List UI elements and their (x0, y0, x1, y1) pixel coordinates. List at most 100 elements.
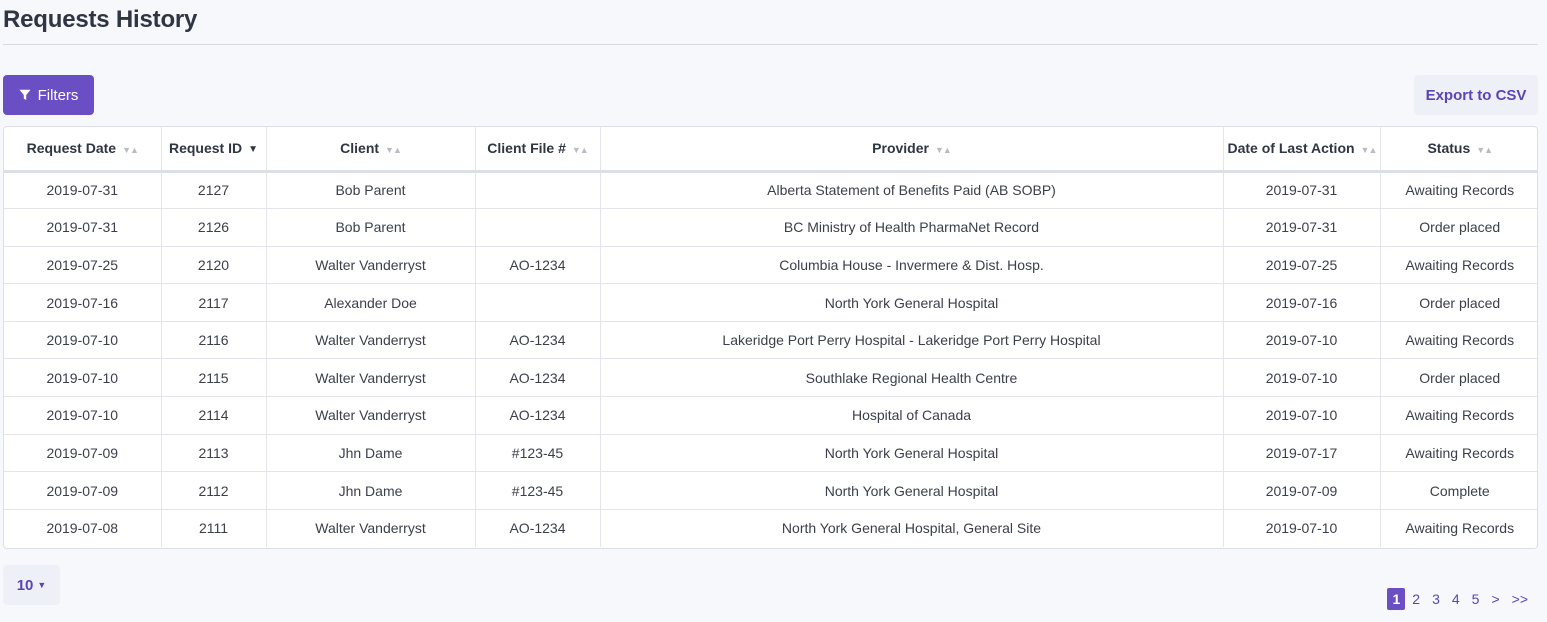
export-csv-button[interactable]: Export to CSV (1414, 75, 1538, 115)
filter-icon (19, 89, 31, 100)
table-cell: Complete (1380, 471, 1537, 510)
table-cell: Awaiting Records (1380, 434, 1537, 473)
table-cell: Walter Vanderryst (266, 509, 476, 547)
column-header[interactable]: Client ▼▲ (266, 127, 476, 173)
table-cell: 2019-07-08 (4, 509, 162, 547)
table-row[interactable]: 2019-07-10 2114 Walter Vanderryst AO-1234 Ho… (4, 396, 1537, 435)
page-size-value: 10 (16, 576, 34, 594)
table-cell: Order placed (1380, 208, 1537, 247)
table-cell: North York General Hospital (600, 283, 1224, 322)
table-cell: 2019-07-31 (4, 208, 162, 247)
table-cell: Hospital of Canada (600, 396, 1224, 435)
table-row[interactable]: 2019-07-16 2117 Alexander Doe North York Ge… (4, 283, 1537, 322)
table-cell: 2019-07-31 (1223, 208, 1381, 247)
chevron-down-icon: ▼ (37, 580, 47, 590)
sort-icon: ▼▲ (1476, 144, 1493, 155)
table-cell: Southlake Regional Health Centre (600, 358, 1224, 398)
table-cell (475, 283, 601, 322)
table-cell: Walter Vanderryst (266, 246, 476, 285)
table-cell: Jhn Dame (266, 434, 476, 473)
table-cell: Columbia House - Invermere & Dist. Hosp. (600, 246, 1224, 285)
column-header-label: Date of Last Action (1227, 140, 1355, 157)
table-cell: North York General Hospital (600, 434, 1224, 473)
table-cell: Order placed (1380, 358, 1537, 398)
table-cell: 2019-07-10 (4, 321, 162, 360)
column-header-label: Client File # (487, 140, 566, 157)
table-cell: 2019-07-10 (1223, 396, 1381, 435)
table-cell: 2019-07-10 (4, 396, 162, 435)
table-cell: 2126 (161, 208, 267, 247)
table-cell: 2112 (161, 471, 267, 510)
table-header-row: Request Date ▼▲ Request ID ▼ Client ▼▲ Client … (4, 127, 1537, 173)
table-cell: 2116 (161, 321, 267, 360)
page-link-1[interactable]: 1 (1387, 588, 1406, 610)
table-cell: AO-1234 (475, 509, 601, 547)
sort-icon: ▼▲ (385, 144, 402, 155)
table-cell: Awaiting Records (1380, 396, 1537, 435)
table-cell: Walter Vanderryst (266, 358, 476, 398)
page-link-2[interactable]: 2 (1407, 588, 1425, 610)
sort-icon: ▼▲ (571, 144, 589, 155)
table-cell: 2120 (161, 246, 267, 285)
table-cell: AO-1234 (475, 396, 601, 435)
table-cell: 2115 (161, 358, 267, 398)
table-cell: 2019-07-25 (1223, 246, 1381, 285)
table-cell: Alberta Statement of Benefits Paid (AB S… (600, 171, 1224, 210)
sort-icon: ▼▲ (122, 144, 139, 155)
table-cell: Awaiting Records (1380, 321, 1537, 360)
page-size-select[interactable]: 10 ▼ (3, 565, 60, 605)
table-cell: Jhn Dame (266, 471, 476, 510)
table-cell: North York General Hospital, General Sit… (600, 509, 1224, 547)
table-cell: 2019-07-09 (4, 434, 162, 473)
column-header[interactable]: Request ID ▼ (161, 127, 267, 173)
table-cell: Order placed (1380, 283, 1537, 322)
sort-icon: ▼▲ (934, 144, 952, 155)
table-cell: Walter Vanderryst (266, 321, 476, 360)
table-row[interactable]: 2019-07-08 2111 Walter Vanderryst AO-1234 No… (4, 509, 1537, 547)
table-cell: 2019-07-09 (4, 471, 162, 510)
sort-icon: ▼▲ (1360, 144, 1378, 155)
table-row[interactable]: 2019-07-31 2126 Bob Parent BC Ministry of H… (4, 208, 1537, 247)
table-cell: 2111 (161, 509, 267, 547)
page-link-4[interactable]: 4 (1447, 588, 1465, 610)
table-cell: 2019-07-16 (4, 283, 162, 322)
table-cell: #123-45 (475, 471, 601, 510)
column-header[interactable]: Status ▼▲ (1380, 127, 1537, 173)
table-cell: 2114 (161, 396, 267, 435)
table-row[interactable]: 2019-07-25 2120 Walter Vanderryst AO-1234 Co… (4, 246, 1537, 285)
column-header[interactable]: Provider ▼▲ (600, 127, 1224, 173)
table-cell: North York General Hospital (600, 471, 1224, 510)
table-cell: 2019-07-10 (1223, 358, 1381, 398)
table-cell: 2019-07-09 (1223, 471, 1381, 510)
table-cell: 2019-07-10 (1223, 321, 1381, 360)
table-cell: 2117 (161, 283, 267, 322)
page-link-3[interactable]: 3 (1427, 588, 1445, 610)
column-header[interactable]: Date of Last Action ▼▲ (1223, 127, 1381, 173)
table-cell: BC Ministry of Health PharmaNet Record (600, 208, 1224, 247)
table-row[interactable]: 2019-07-31 2127 Bob Parent Alberta Statemen… (4, 171, 1537, 210)
page-last-link[interactable]: >> (1507, 588, 1533, 610)
column-header-label: Request ID (168, 140, 243, 157)
table-row[interactable]: 2019-07-10 2115 Walter Vanderryst AO-1234 So… (4, 358, 1537, 398)
filters-button-label: Filters (37, 86, 79, 104)
column-header[interactable]: Request Date ▼▲ (4, 127, 162, 173)
table-body: 2019-07-31 2127 Bob Parent Alberta Statemen… (4, 171, 1537, 547)
filters-button[interactable]: Filters (3, 75, 94, 115)
page-title: Requests History (3, 6, 198, 33)
page-next-link[interactable]: > (1486, 588, 1504, 610)
table-cell: 2019-07-25 (4, 246, 162, 285)
column-header[interactable]: Client File # ▼▲ (475, 127, 601, 173)
table-cell: 2127 (161, 171, 267, 210)
table-cell: 2113 (161, 434, 267, 473)
table-cell: AO-1234 (475, 358, 601, 398)
table-cell (475, 208, 601, 247)
table-cell (475, 171, 601, 210)
table-row[interactable]: 2019-07-09 2112 Jhn Dame #123-45 North York … (4, 471, 1537, 510)
table-row[interactable]: 2019-07-10 2116 Walter Vanderryst AO-1234 La… (4, 321, 1537, 360)
table-cell: #123-45 (475, 434, 601, 473)
table-cell: Awaiting Records (1380, 171, 1537, 210)
table-row[interactable]: 2019-07-09 2113 Jhn Dame #123-45 North York … (4, 434, 1537, 473)
table-cell: 2019-07-17 (1223, 434, 1381, 473)
table-cell: 2019-07-31 (4, 171, 162, 210)
page-link-5[interactable]: 5 (1467, 588, 1485, 610)
